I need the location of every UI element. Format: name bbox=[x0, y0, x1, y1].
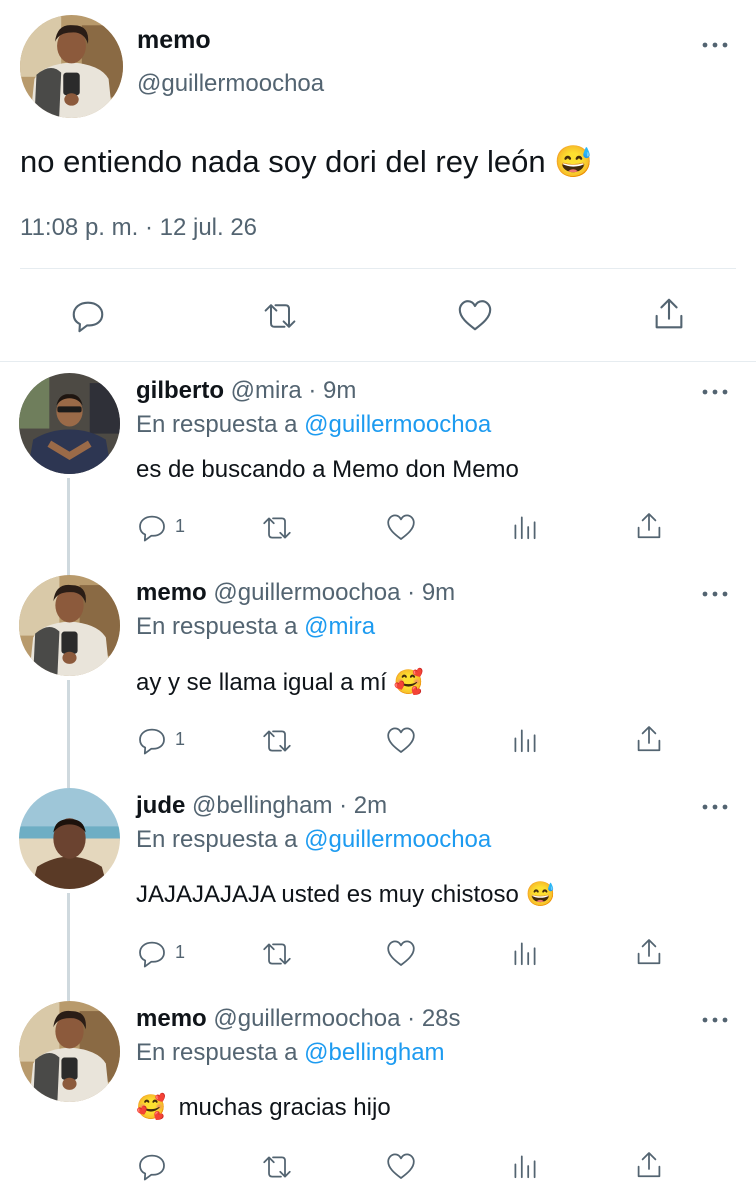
analytics-icon[interactable] bbox=[509, 937, 541, 969]
more-icon[interactable] bbox=[700, 589, 730, 609]
reply-header: jude @bellingham · 2m bbox=[136, 792, 387, 820]
reply-count: 1 bbox=[175, 516, 186, 536]
like-icon[interactable] bbox=[385, 511, 417, 543]
emoji-sweat-smile: 😅 bbox=[554, 144, 593, 179]
retweet-icon[interactable] bbox=[259, 1151, 295, 1183]
reply-to-link[interactable]: @guillermoochoa bbox=[304, 826, 491, 853]
more-icon[interactable] bbox=[700, 387, 730, 407]
reply-context: En respuesta a @mira bbox=[136, 613, 375, 641]
display-name[interactable]: memo bbox=[137, 26, 211, 55]
handle-time[interactable]: @guillermoochoa · 28s bbox=[213, 1005, 460, 1032]
retweet-icon[interactable] bbox=[259, 298, 301, 334]
display-name[interactable]: gilberto bbox=[136, 377, 224, 404]
divider bbox=[20, 268, 736, 269]
timestamp[interactable]: 11:08 p. m. · 12 jul. 26 bbox=[20, 214, 257, 242]
like-icon[interactable] bbox=[385, 1150, 417, 1182]
avatar[interactable] bbox=[19, 788, 120, 889]
reply-text: 🥰 muchas gracias hijo bbox=[136, 1093, 391, 1122]
reply-text-content: JAJAJAJAJA usted es muy chistoso bbox=[136, 881, 519, 908]
reply-icon[interactable] bbox=[136, 511, 168, 543]
like-icon[interactable] bbox=[385, 724, 417, 756]
reply-context: En respuesta a @guillermoochoa bbox=[136, 826, 491, 854]
avatar[interactable] bbox=[20, 15, 123, 118]
reply-text: es de buscando a Memo don Memo bbox=[136, 456, 519, 483]
thread-line bbox=[67, 680, 70, 788]
reply-text: ay y se llama igual a mí 🥰 bbox=[136, 668, 423, 697]
reply-text-content: muchas gracias hijo bbox=[178, 1094, 391, 1121]
more-icon[interactable] bbox=[700, 40, 730, 60]
reply-to-link[interactable]: @bellingham bbox=[304, 1039, 444, 1066]
reply-prefix: En respuesta a bbox=[136, 1039, 298, 1066]
more-icon[interactable] bbox=[700, 1015, 730, 1035]
handle-time[interactable]: @bellingham · 2m bbox=[192, 792, 387, 819]
reply-text-content: ay y se llama igual a mí bbox=[136, 669, 387, 696]
reply-prefix: En respuesta a bbox=[136, 826, 298, 853]
emoji-smiling-hearts: 🥰 bbox=[136, 1094, 166, 1121]
emoji-smiling-hearts: 🥰 bbox=[393, 669, 424, 696]
analytics-icon[interactable] bbox=[509, 724, 541, 756]
avatar[interactable] bbox=[19, 1001, 120, 1102]
handle-time[interactable]: @guillermoochoa · 9m bbox=[213, 579, 455, 606]
thread-line bbox=[67, 893, 70, 1001]
display-name[interactable]: jude bbox=[136, 792, 185, 819]
reply-header: memo @guillermoochoa · 9m bbox=[136, 579, 455, 607]
retweet-icon[interactable] bbox=[259, 512, 295, 544]
emoji-sweat-smile: 😅 bbox=[525, 881, 556, 908]
reply-prefix: En respuesta a bbox=[136, 411, 298, 438]
reply-header: gilberto @mira · 9m bbox=[136, 377, 356, 405]
retweet-icon[interactable] bbox=[259, 938, 295, 970]
analytics-icon[interactable] bbox=[509, 511, 541, 543]
reply-icon[interactable] bbox=[136, 724, 168, 756]
reply-icon[interactable] bbox=[136, 937, 168, 969]
display-name[interactable]: memo bbox=[136, 1005, 207, 1032]
avatar[interactable] bbox=[19, 373, 120, 474]
reply-to-link[interactable]: @guillermoochoa bbox=[304, 411, 491, 438]
share-icon[interactable] bbox=[633, 723, 665, 755]
reply-header: memo @guillermoochoa · 28s bbox=[136, 1005, 461, 1033]
reply-prefix: En respuesta a bbox=[136, 613, 298, 640]
reply-text: JAJAJAJAJA usted es muy chistoso 😅 bbox=[136, 880, 555, 909]
retweet-icon[interactable] bbox=[259, 725, 295, 757]
reply-to-link[interactable]: @mira bbox=[304, 613, 375, 640]
analytics-icon[interactable] bbox=[509, 1150, 541, 1182]
thread-line bbox=[67, 478, 70, 576]
handle[interactable]: @guillermoochoa bbox=[137, 70, 324, 98]
more-icon[interactable] bbox=[700, 802, 730, 822]
like-icon[interactable] bbox=[385, 937, 417, 969]
avatar[interactable] bbox=[19, 575, 120, 676]
reply-icon[interactable] bbox=[136, 1150, 168, 1182]
share-icon[interactable] bbox=[633, 936, 665, 968]
share-icon[interactable] bbox=[650, 295, 688, 333]
tweet-text-content: no entiendo nada soy dori del rey león bbox=[20, 144, 546, 179]
reply-count: 1 bbox=[175, 729, 186, 749]
reply-icon[interactable] bbox=[69, 296, 107, 334]
reply-context: En respuesta a @guillermoochoa bbox=[136, 411, 491, 439]
reply-count: 1 bbox=[175, 942, 186, 962]
share-icon[interactable] bbox=[633, 510, 665, 542]
reply-context: En respuesta a @bellingham bbox=[136, 1039, 445, 1067]
handle-time[interactable]: @mira · 9m bbox=[231, 377, 357, 404]
display-name[interactable]: memo bbox=[136, 579, 207, 606]
like-icon[interactable] bbox=[456, 296, 494, 334]
tweet-text: no entiendo nada soy dori del rey león 😅 bbox=[20, 143, 593, 180]
share-icon[interactable] bbox=[633, 1149, 665, 1181]
divider bbox=[0, 361, 756, 362]
